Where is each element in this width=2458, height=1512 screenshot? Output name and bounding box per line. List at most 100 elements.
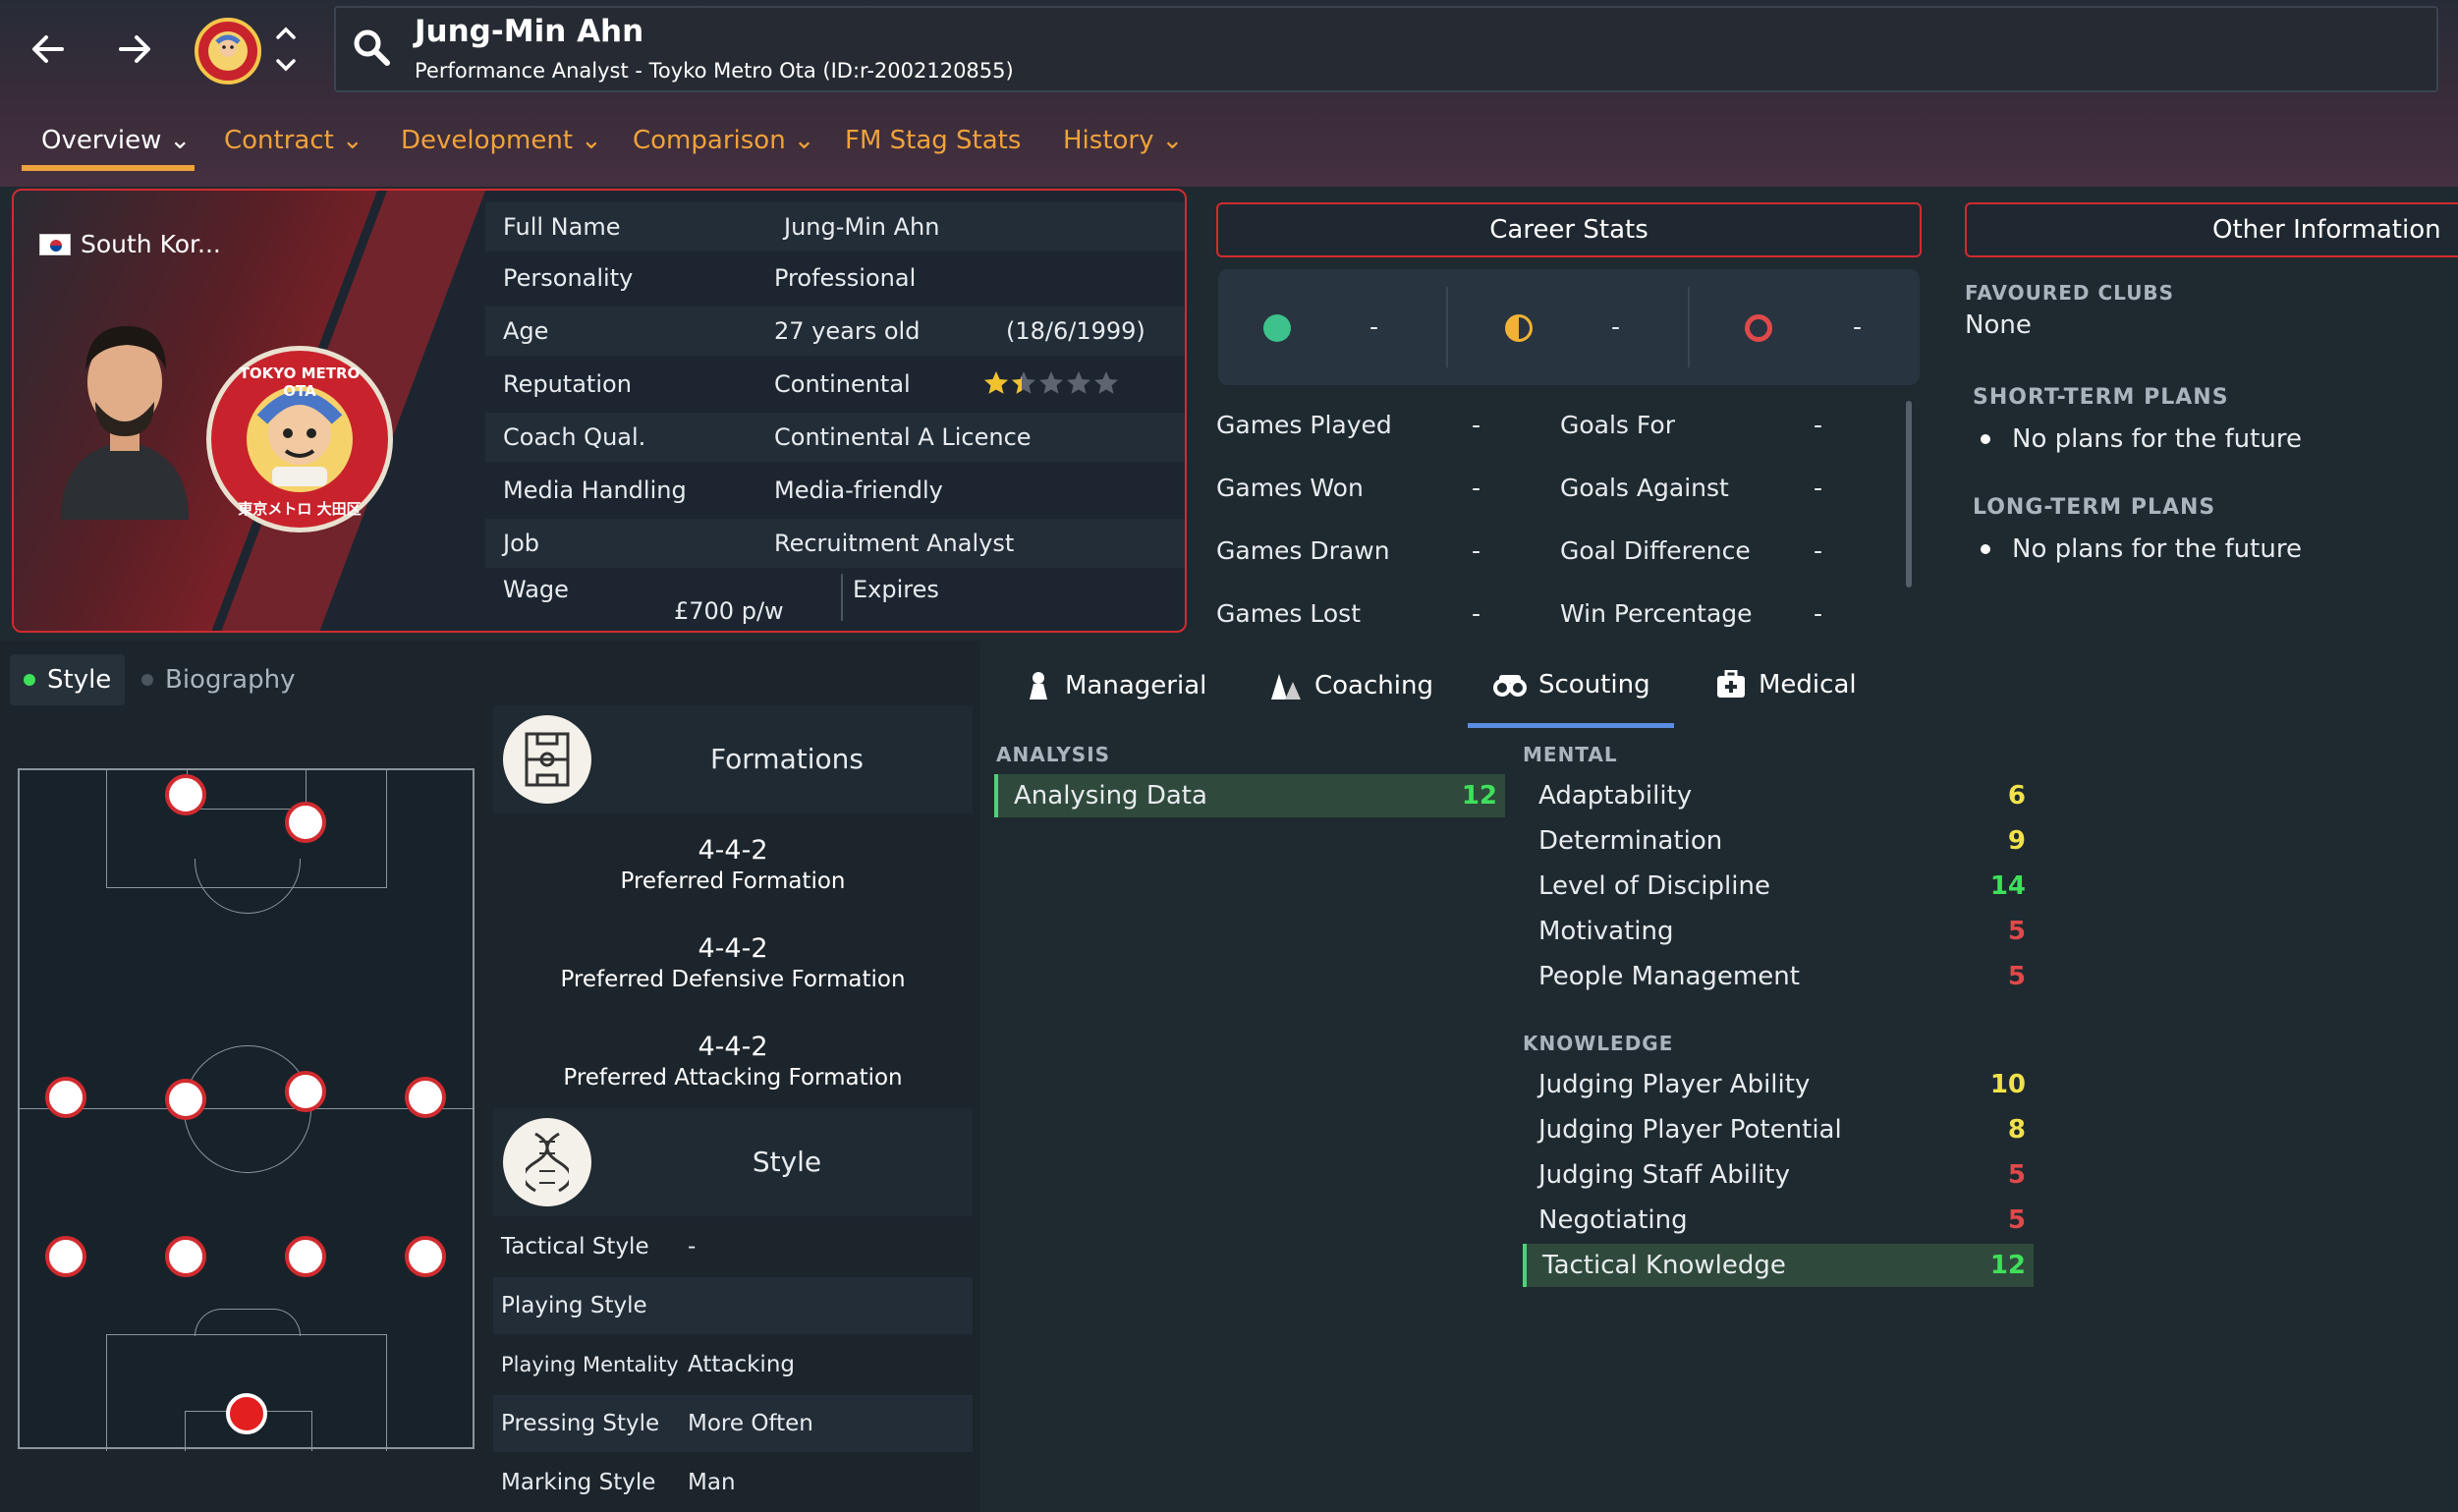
attribute-row[interactable]: Level of Discipline 14 [1523, 865, 2034, 908]
player-position-defender[interactable] [405, 1236, 446, 1277]
chevron-down-icon: ⌄ [1161, 126, 1184, 155]
player-position-striker[interactable] [165, 774, 206, 815]
attribute-value: 8 [2007, 1115, 2026, 1145]
attribute-name: Judging Player Potential [1538, 1115, 1842, 1145]
stat-value: - [1472, 474, 1481, 502]
player-position-striker[interactable] [285, 802, 326, 843]
page-subtitle: Performance Analyst - Toyko Metro Ota (I… [415, 59, 1014, 83]
bullet-icon [1981, 434, 1990, 444]
career-stats-button[interactable]: Career Stats [1216, 202, 1922, 257]
chevron-down-icon: ⌄ [581, 126, 602, 155]
tab-contract[interactable]: Contract ⌄ [224, 126, 363, 155]
attribute-row[interactable]: Adaptability 6 [1523, 774, 2034, 817]
style-header: Style [493, 1108, 973, 1216]
attribute-row[interactable]: Judging Staff Ability 5 [1523, 1153, 2034, 1197]
style-label: Playing Mentality [501, 1353, 679, 1376]
attribute-name: Negotiating [1538, 1205, 1688, 1235]
other-information-button[interactable]: Other Information [1965, 202, 2458, 257]
profile-card: South Kor... TOKYO METRO OTA 東京メトロ 大田区 F… [12, 189, 1187, 633]
club-switch-stepper[interactable] [271, 22, 301, 77]
reputation-stars [982, 369, 1130, 405]
stat-label: Games Won [1216, 474, 1364, 502]
player-position-defender[interactable] [45, 1236, 86, 1277]
knowledge-heading: KNOWLEDGE [1523, 1032, 1674, 1055]
tab-overview[interactable]: Overview ⌄ [41, 126, 191, 155]
player-position-midfielder[interactable] [165, 1079, 206, 1120]
page-title: Jung-Min Ahn [415, 14, 644, 49]
attribute-value: 5 [2007, 1205, 2026, 1235]
scrollbar[interactable] [1906, 401, 1912, 588]
stat-label: Games Played [1216, 411, 1392, 439]
player-position-midfielder[interactable] [285, 1071, 326, 1112]
attribute-row-analysing-data[interactable]: Analysing Data 12 [994, 774, 1505, 817]
nationality: South Kor... [39, 230, 221, 258]
tab-comparison[interactable]: Comparison ⌄ [633, 126, 814, 155]
badge-text-top: TOKYO METRO OTA [239, 364, 361, 400]
formations-header: Formations [493, 705, 973, 813]
attribute-value: 6 [2007, 781, 2026, 811]
attribute-row[interactable]: Judging Player Ability 10 [1523, 1063, 2034, 1106]
player-position-goalkeeper[interactable] [226, 1393, 267, 1434]
bullet-icon [1981, 544, 1990, 554]
back-button[interactable] [14, 15, 83, 84]
player-position-midfielder[interactable] [405, 1077, 446, 1118]
tab-history[interactable]: History ⌄ [1063, 126, 1183, 155]
mental-heading: MENTAL [1523, 743, 1618, 766]
tab-managerial[interactable]: Managerial [1024, 670, 1206, 701]
divider [1688, 287, 1690, 367]
personality-value: Professional [774, 264, 917, 292]
tab-biography[interactable]: Biography [141, 654, 295, 705]
penalty-arc-bottom [195, 1309, 301, 1336]
player-position-defender[interactable] [165, 1236, 206, 1277]
formations-title: Formations [710, 743, 864, 775]
player-position-defender[interactable] [285, 1236, 326, 1277]
wage-value: £700 p/w [674, 597, 784, 625]
attribute-name: Analysing Data [1014, 781, 1207, 811]
forward-button[interactable] [100, 15, 169, 84]
style-label: Playing Style [501, 1293, 647, 1318]
stat-value: - [1814, 536, 1823, 565]
attribute-row-tactical-knowledge[interactable]: Tactical Knowledge 12 [1523, 1244, 2034, 1287]
info-label: Age [503, 317, 549, 345]
attribute-value: 5 [2007, 917, 2026, 946]
stat-label: Goals For [1560, 411, 1675, 439]
style-row: Tactical Style - [493, 1218, 973, 1275]
player-position-midfielder[interactable] [45, 1077, 86, 1118]
attribute-name: Judging Player Ability [1538, 1070, 1811, 1099]
arrow-right-icon [119, 35, 150, 63]
club-crest-icon [208, 31, 248, 71]
full-name-value: Jung-Min Ahn [784, 213, 940, 241]
person-icon [1030, 672, 1047, 700]
club-badge-button[interactable] [195, 18, 261, 84]
attribute-name: Motivating [1538, 917, 1674, 946]
attribute-row[interactable]: People Management 5 [1523, 955, 2034, 998]
style-value: Attacking [688, 1352, 795, 1377]
attribute-name: Determination [1538, 826, 1723, 856]
tab-style[interactable]: Style [10, 654, 126, 705]
attribute-value: 9 [2007, 826, 2026, 856]
star-rating-icon [984, 371, 1118, 394]
chevron-down-icon: ⌄ [169, 126, 192, 155]
tab-coaching[interactable]: Coaching [1267, 670, 1433, 701]
attribute-row[interactable]: Negotiating 5 [1523, 1199, 2034, 1242]
losses-value: - [1853, 312, 1863, 341]
tab-medical[interactable]: Medical [1715, 670, 1857, 700]
attribute-row[interactable]: Motivating 5 [1523, 910, 2034, 953]
binoculars-icon [1493, 675, 1527, 697]
tab-development[interactable]: Development ⌄ [401, 126, 602, 155]
info-label: Reputation [503, 370, 632, 398]
active-tab-indicator [22, 165, 195, 171]
tab-scouting[interactable]: Scouting [1493, 670, 1650, 700]
stat-label: Games Drawn [1216, 536, 1390, 565]
short-term-plans-heading: SHORT-TERM PLANS [1973, 385, 2229, 410]
style-value: Man [688, 1470, 736, 1495]
stat-value: - [1472, 536, 1481, 565]
attribute-row[interactable]: Determination 9 [1523, 819, 2034, 863]
tab-fm-stag-stats[interactable]: FM Stag Stats [845, 126, 1021, 155]
formation-value: 4-4-2 [698, 1032, 768, 1062]
attribute-name: Judging Staff Ability [1538, 1160, 1790, 1190]
dob-value: (18/6/1999) [1006, 317, 1145, 345]
attribute-row[interactable]: Judging Player Potential 8 [1523, 1108, 2034, 1151]
style-row: Playing Style [493, 1277, 973, 1334]
chevron-down-icon: ⌄ [793, 126, 815, 155]
